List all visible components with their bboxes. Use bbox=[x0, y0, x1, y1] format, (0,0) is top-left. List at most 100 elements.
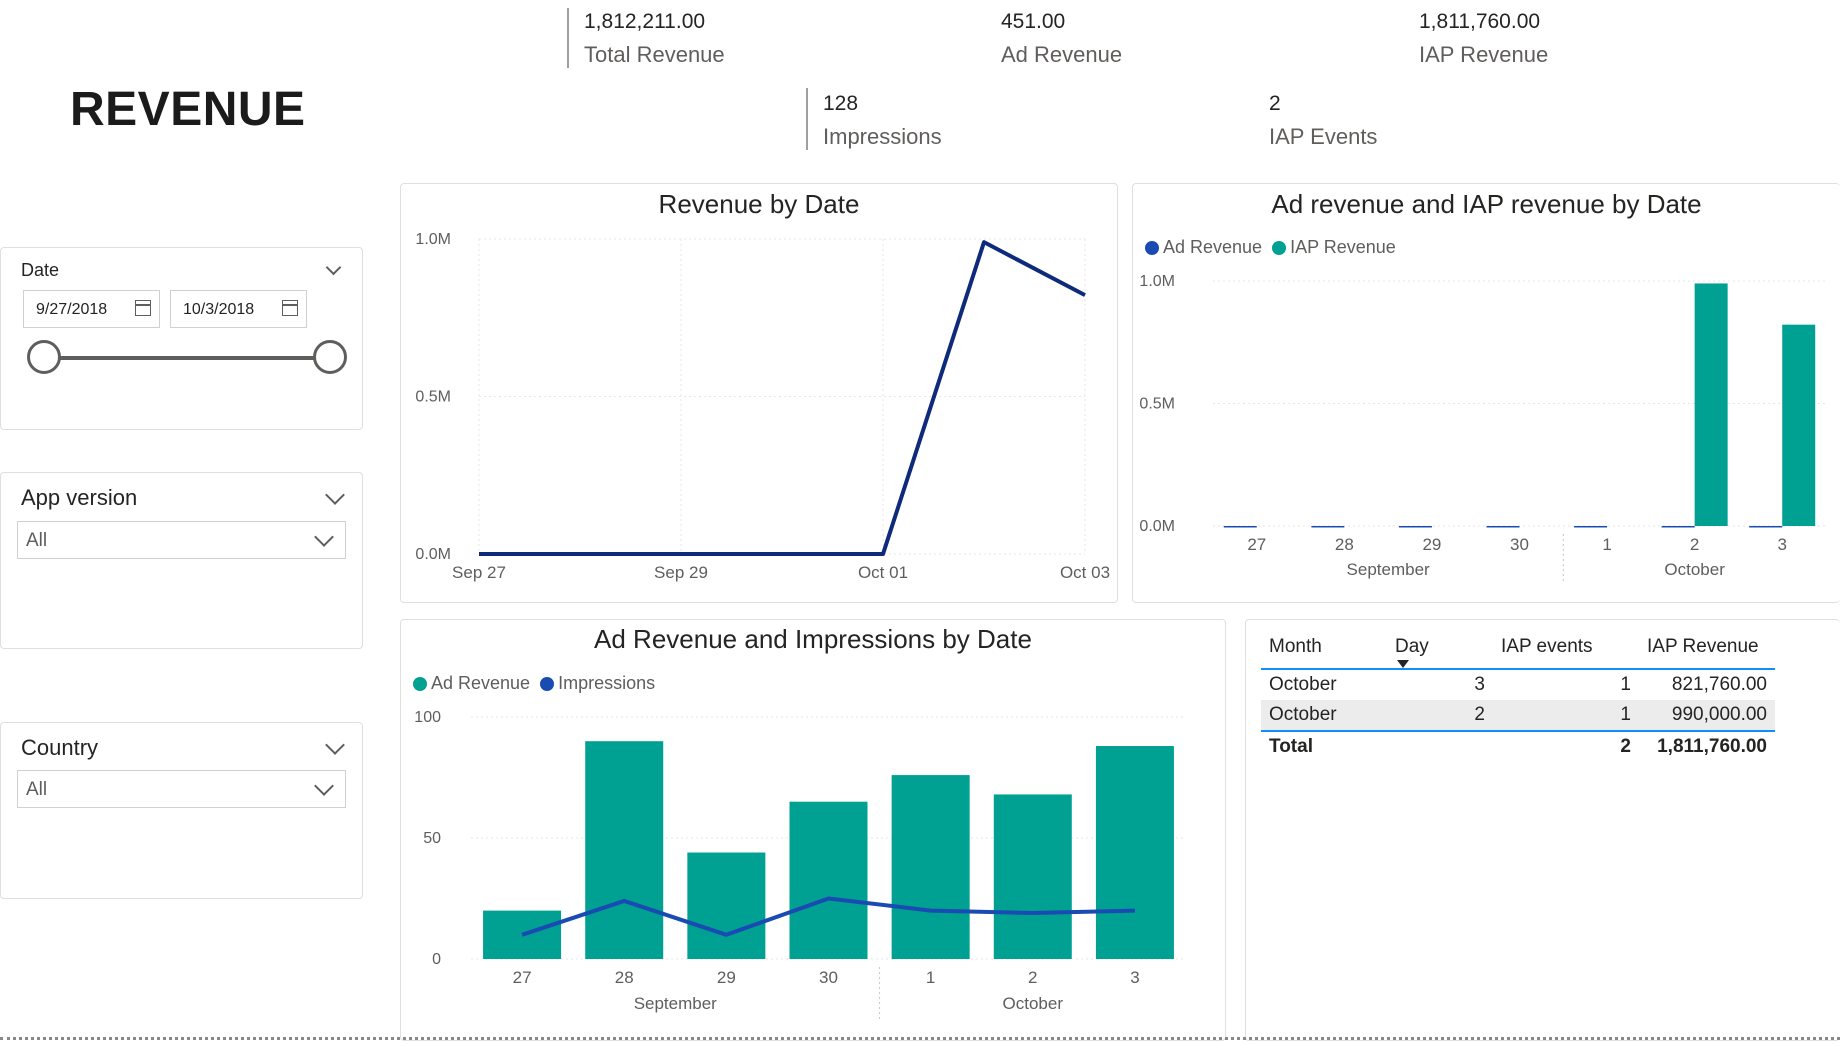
x-tick-label: 27 bbox=[1247, 535, 1266, 554]
range-start-handle[interactable] bbox=[27, 340, 61, 374]
kpi-label: IAP Revenue bbox=[1419, 42, 1549, 67]
app-version-slicer: App version All bbox=[0, 472, 363, 649]
sort-descending-icon[interactable] bbox=[1397, 660, 1409, 668]
y-tick-label: 50 bbox=[423, 830, 441, 847]
kpi-label: IAP Events bbox=[1269, 124, 1378, 149]
x-tick-label: 1 bbox=[1602, 535, 1611, 554]
date-slicer: Date 9/27/2018 10/3/2018 bbox=[0, 247, 363, 430]
bar-ad-revenue bbox=[1574, 525, 1608, 528]
y-tick-label: 0.0M bbox=[1139, 518, 1175, 535]
bar-iap-revenue bbox=[1782, 324, 1816, 526]
x-group-label: October bbox=[1003, 994, 1064, 1013]
dropdown-value: All bbox=[26, 779, 48, 800]
table-cell bbox=[1387, 731, 1493, 762]
end-date-input[interactable]: 10/3/2018 bbox=[170, 290, 307, 328]
table-cell: 821,760.00 bbox=[1671, 674, 1767, 695]
x-tick-label: Sep 27 bbox=[452, 563, 506, 582]
y-tick-label: 0 bbox=[432, 951, 441, 968]
ad-impressions-combo-plot: 0 50 100 27 28 29 30 1 2 3 September October bbox=[414, 709, 1186, 1019]
x-tick-label: Oct 03 bbox=[1060, 563, 1110, 582]
bar-ad-revenue bbox=[687, 852, 766, 959]
x-tick-label: 3 bbox=[1130, 968, 1139, 987]
ad-revenue-impressions-chart[interactable]: Ad Revenue and Impressions by Date Ad Re… bbox=[400, 619, 1226, 1041]
slicer-title: Country bbox=[21, 735, 99, 760]
bar-ad-revenue bbox=[1661, 525, 1695, 528]
ad-iap-revenue-chart[interactable]: Ad revenue and IAP revenue by Date Ad Re… bbox=[1132, 183, 1840, 603]
kpi-divider bbox=[806, 88, 808, 150]
page-title: REVENUE bbox=[70, 83, 306, 136]
revenue-by-date-chart[interactable]: Revenue by Date 0.0M 0.5M 1.0M Sep 27 Sep 29… bbox=[400, 183, 1118, 603]
x-group-label: September bbox=[634, 994, 717, 1013]
dropdown-value: All bbox=[26, 530, 48, 551]
bar-ad-revenue bbox=[1311, 525, 1345, 528]
kpi-total-revenue: 1,812,211.00 Total Revenue bbox=[584, 10, 725, 68]
x-tick-label: 2 bbox=[1028, 968, 1037, 987]
kpi-label: Ad Revenue bbox=[1001, 42, 1123, 67]
kpi-ad-revenue: 451.00 Ad Revenue bbox=[1001, 10, 1122, 68]
kpi-iap-events: 2 IAP Events bbox=[1269, 92, 1377, 150]
bar-ad-revenue bbox=[1749, 525, 1783, 528]
table-cell: October bbox=[1269, 674, 1337, 695]
revenue-line-plot: 0.0M 0.5M 1.0M Sep 27 Sep 29 Oct 01 Oct 03 bbox=[415, 231, 1110, 582]
bar-ad-revenue bbox=[891, 775, 970, 959]
chevron-down-icon bbox=[314, 527, 334, 547]
table-cell: 1 bbox=[1620, 674, 1631, 695]
start-date-input[interactable]: 9/27/2018 bbox=[23, 290, 160, 328]
y-tick-label: 100 bbox=[414, 709, 441, 726]
y-tick-label: 0.0M bbox=[415, 546, 451, 563]
bar-ad-revenue bbox=[789, 801, 868, 959]
x-tick-label: 1 bbox=[926, 968, 935, 987]
chevron-down-icon[interactable] bbox=[325, 259, 342, 276]
x-tick-label: 29 bbox=[1422, 535, 1441, 554]
x-group-label: September bbox=[1347, 560, 1430, 579]
kpi-value: 2 bbox=[1269, 92, 1281, 115]
table-cell: 1 bbox=[1620, 704, 1631, 725]
kpi-value: 1,812,211.00 bbox=[584, 10, 706, 33]
bar-ad-revenue bbox=[993, 794, 1072, 959]
country-slicer: Country All bbox=[0, 722, 363, 899]
y-tick-label: 0.5M bbox=[415, 389, 451, 406]
x-tick-label: Sep 29 bbox=[654, 563, 708, 582]
x-tick-label: 27 bbox=[513, 968, 532, 987]
chevron-down-icon[interactable] bbox=[325, 735, 345, 755]
bar-ad-revenue bbox=[1223, 525, 1257, 528]
kpi-label: Impressions bbox=[823, 124, 942, 149]
range-end-handle[interactable] bbox=[313, 340, 347, 374]
table-cell: 990,000.00 bbox=[1671, 704, 1767, 725]
kpi-value: 128 bbox=[823, 92, 859, 115]
kpi-divider bbox=[567, 8, 569, 68]
calendar-icon[interactable] bbox=[282, 300, 298, 316]
calendar-icon[interactable] bbox=[135, 300, 151, 316]
column-header[interactable]: IAP events bbox=[1493, 628, 1639, 669]
table-row[interactable]: October 3 1 821,760.00 bbox=[1261, 669, 1775, 700]
x-tick-label: 29 bbox=[717, 968, 736, 987]
iap-table: Month Day IAP events IAP Revenue October… bbox=[1261, 628, 1775, 762]
table-cell: October bbox=[1269, 704, 1337, 725]
column-header[interactable]: Month bbox=[1261, 628, 1387, 669]
column-header-label: Day bbox=[1395, 636, 1429, 657]
table-total-row: Total 2 1,811,760.00 bbox=[1261, 731, 1775, 762]
slicer-title: Date bbox=[21, 260, 60, 280]
bar-ad-revenue bbox=[1398, 525, 1432, 528]
chevron-down-icon[interactable] bbox=[325, 485, 345, 505]
y-tick-label: 1.0M bbox=[415, 231, 451, 248]
table-row[interactable]: October 2 1 990,000.00 bbox=[1261, 700, 1775, 731]
column-header[interactable]: Day bbox=[1387, 628, 1493, 669]
x-group-label: October bbox=[1664, 560, 1725, 579]
column-header[interactable]: IAP Revenue bbox=[1639, 628, 1775, 669]
bar-ad-revenue bbox=[483, 910, 562, 959]
chevron-down-icon bbox=[314, 776, 334, 796]
iap-table-visual: Month Day IAP events IAP Revenue October… bbox=[1245, 619, 1840, 1041]
bar-ad-revenue bbox=[1095, 746, 1174, 959]
table-cell: 2 bbox=[1620, 736, 1631, 757]
kpi-label: Total Revenue bbox=[584, 42, 725, 67]
end-date-value: 10/3/2018 bbox=[183, 301, 255, 318]
x-tick-label: 28 bbox=[1335, 535, 1354, 554]
date-range-track[interactable] bbox=[45, 356, 331, 360]
app-version-dropdown[interactable]: All bbox=[17, 521, 346, 559]
x-tick-label: 30 bbox=[1510, 535, 1529, 554]
kpi-iap-revenue: 1,811,760.00 IAP Revenue bbox=[1419, 10, 1548, 68]
x-tick-label: 30 bbox=[819, 968, 838, 987]
country-dropdown[interactable]: All bbox=[17, 770, 346, 808]
y-tick-label: 1.0M bbox=[1139, 273, 1175, 290]
